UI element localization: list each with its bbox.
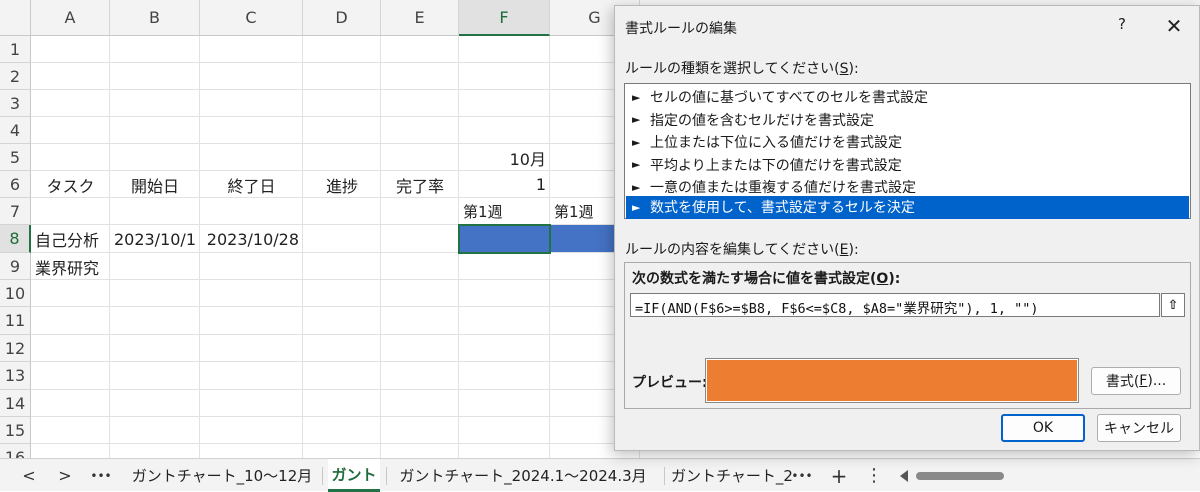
formula-label-text: 次の数式を満たす場合に値を書式設定( [632, 271, 877, 287]
edit-formatting-rule-dialog: 書式ルールの編集 ? ✕ ルールの種類を選択してください(S): ► セルの値に基… [614, 5, 1200, 451]
arrow-right-icon: ► [632, 90, 641, 104]
horizontal-scrollbar-thumb[interactable] [916, 472, 1004, 480]
cell-c6[interactable]: 終了日 [200, 171, 303, 198]
formula-input[interactable]: =IF(AND(F$6>=$B8, F$6<=$C8, $A8="業界研究"),… [630, 293, 1160, 317]
row-header-3[interactable]: 3 [0, 90, 31, 117]
sheet-tab[interactable]: ガントチャート_2 [671, 459, 793, 492]
row-header-2[interactable]: 2 [0, 63, 31, 90]
column-header-a[interactable]: A [31, 0, 110, 36]
rule-type-label-suffix: ): [848, 61, 859, 77]
grid-line [380, 36, 381, 458]
rule-type-label: ルールの種類を選択してください(S): [625, 58, 859, 78]
cell-f7[interactable]: 第1週 [459, 198, 550, 225]
previous-sheet-button[interactable]: < [14, 459, 44, 492]
cell-f5[interactable]: 10月 [459, 144, 550, 171]
arrow-right-icon: ► [632, 158, 641, 172]
column-header-e[interactable]: E [381, 0, 459, 36]
row-header-6[interactable]: 6 [0, 171, 31, 198]
format-preview [705, 358, 1079, 403]
column-header-c[interactable]: C [200, 0, 303, 36]
column-header-b[interactable]: B [110, 0, 200, 36]
rule-type-item-label: 指定の値を含むセルだけを書式設定 [650, 112, 874, 129]
edit-rule-label-text: ルールの内容を編集してください( [625, 242, 840, 258]
rule-type-item-label: 一意の値または重複する値だけを書式設定 [650, 180, 916, 197]
row-header-7[interactable]: 7 [0, 198, 31, 225]
next-sheet-button[interactable]: > [50, 459, 80, 492]
more-sheets-left-button[interactable]: ••• [86, 459, 116, 492]
active-cell-cursor[interactable] [458, 224, 551, 254]
row-header-10[interactable]: 10 [0, 280, 31, 307]
scroll-left-icon[interactable] [900, 470, 908, 482]
column-header-f[interactable]: F [459, 0, 550, 36]
format-button-accesskey: F [1139, 373, 1148, 389]
rule-type-item[interactable]: ► 指定の値を含むセルだけを書式設定 [626, 109, 1189, 132]
format-button[interactable]: 書式(F)... [1091, 367, 1181, 395]
select-all-corner[interactable] [0, 0, 31, 36]
column-header-d[interactable]: D [303, 0, 381, 36]
more-sheets-right-button[interactable]: ••• [790, 459, 814, 492]
ok-button[interactable]: OK [1001, 414, 1085, 442]
rule-type-item[interactable]: ► 上位または下位に入る値だけを書式設定 [626, 131, 1189, 154]
arrow-right-icon: ► [632, 135, 641, 149]
row-header-16[interactable]: 16 [0, 444, 31, 458]
row-header-5[interactable]: 5 [0, 144, 31, 171]
row-header-11[interactable]: 11 [0, 307, 31, 335]
tab-separator [322, 467, 323, 485]
edit-rule-label: ルールの内容を編集してください(E): [625, 239, 859, 259]
cell-f6[interactable]: 1 [459, 171, 550, 198]
rule-type-label-accesskey: S [839, 61, 849, 77]
arrow-right-icon: ► [632, 113, 641, 127]
cell-d6[interactable]: 進捗 [303, 171, 381, 198]
row-header-14[interactable]: 14 [0, 390, 31, 417]
cell-b8[interactable]: 2023/10/1 [110, 225, 200, 253]
row-header-13[interactable]: 13 [0, 362, 31, 390]
close-button[interactable]: ✕ [1161, 13, 1187, 39]
dialog-title: 書式ルールの編集 [625, 21, 737, 37]
format-button-suffix: )... [1147, 373, 1167, 389]
sheet-tab-active[interactable]: ガント [328, 459, 380, 492]
cell-c8[interactable]: 2023/10/28 [200, 225, 303, 253]
row-header-1[interactable]: 1 [0, 36, 31, 63]
rule-type-item-label: 平均より上または下の値だけを書式設定 [650, 157, 902, 174]
row-header-8[interactable]: 8 [0, 225, 31, 253]
rule-type-item[interactable]: ► 平均より上または下の値だけを書式設定 [626, 154, 1189, 177]
rule-type-item-selected[interactable]: ► 数式を使用して、書式設定するセルを決定 [626, 196, 1189, 219]
formula-label-suffix: ): [888, 271, 901, 287]
cell-a9[interactable]: 業界研究 [31, 253, 110, 280]
cell-a6[interactable]: タスク [31, 171, 110, 198]
rule-type-item-label: 数式を使用して、書式設定するセルを決定 [650, 200, 915, 217]
cell-e6[interactable]: 完了率 [381, 171, 459, 198]
tab-separator [386, 467, 387, 485]
arrow-right-icon: ► [632, 200, 641, 214]
sheet-tab[interactable]: ガントチャート_2024.1～2024.3月 [392, 459, 654, 492]
rule-type-list[interactable]: ► セルの値に基づいてすべてのセルを書式設定 ► 指定の値を含むセルだけを書式設定 … [624, 83, 1191, 219]
edit-rule-label-suffix: ): [848, 242, 859, 258]
preview-label: プレビュー: [632, 375, 708, 391]
sheet-tab-bar: < > ••• ガントチャート_10～12月 ガント ガントチャート_2024.… [0, 458, 1200, 492]
collapse-dialog-button[interactable]: ⇧ [1161, 293, 1185, 317]
row-header-15[interactable]: 15 [0, 417, 31, 444]
rule-type-label-text: ルールの種類を選択してください( [625, 61, 840, 77]
rule-type-item-label: 上位または下位に入る値だけを書式設定 [650, 135, 902, 152]
cell-b6[interactable]: 開始日 [110, 171, 200, 198]
formula-label: 次の数式を満たす場合に値を書式設定(O): [632, 268, 900, 288]
add-sheet-button[interactable]: + [826, 459, 852, 492]
collapse-arrow-icon: ⇧ [1167, 297, 1179, 313]
sheet-tab[interactable]: ガントチャート_10～12月 [126, 459, 318, 492]
row-header-4[interactable]: 4 [0, 117, 31, 144]
row-header-9[interactable]: 9 [0, 253, 31, 280]
row-header-12[interactable]: 12 [0, 335, 31, 362]
arrow-right-icon: ► [632, 180, 641, 194]
rule-type-item[interactable]: ► セルの値に基づいてすべてのセルを書式設定 [626, 86, 1189, 109]
tab-separator [664, 467, 665, 485]
rule-type-item-label: セルの値に基づいてすべてのセルを書式設定 [650, 90, 929, 107]
formula-label-accesskey: O [876, 271, 889, 287]
cancel-button[interactable]: キャンセル [1097, 414, 1181, 442]
format-button-text: 書式( [1105, 374, 1140, 390]
sheet-options-button[interactable]: ⋮ [862, 459, 886, 492]
cell-a8[interactable]: 自己分析 [31, 225, 110, 253]
help-button[interactable]: ? [1111, 13, 1133, 35]
